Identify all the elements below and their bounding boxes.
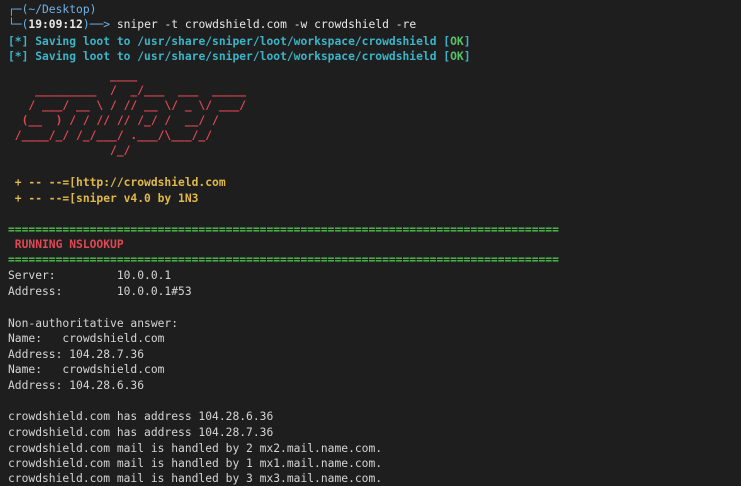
prompt-box-bottom: └─(: [8, 18, 29, 31]
loot-text: Saving loot to /usr/share/sniper/loot/wo…: [35, 50, 437, 63]
banner-url-line: + -- --=[http://crowdshield.com: [8, 176, 226, 189]
loot-status: OK: [450, 50, 464, 63]
separator-top: ========================================…: [8, 223, 559, 236]
terminal-window[interactable]: ┌─(~/Desktop) └─(19:09:12)──> sniper -t …: [0, 0, 741, 485]
prompt-time-close: ): [82, 18, 90, 31]
ascii-logo-line: (__ ) / / // // /_/ / __/ /: [8, 114, 219, 127]
prompt-dir-line: ┌─(~/Desktop): [8, 2, 96, 17]
output-line: Address: 104.28.6.36: [8, 379, 145, 392]
loot-line: [*] Saving loot to /usr/share/sniper/loo…: [8, 50, 471, 63]
output-line: Non-authoritative answer:: [8, 317, 179, 330]
output-line: crowdshield.com has address 104.28.7.36: [8, 426, 274, 439]
prompt-box-top: ┌─(: [8, 3, 29, 16]
prompt-arrow: ──>: [89, 18, 111, 31]
output-line: crowdshield.com has address 104.28.6.36: [8, 410, 274, 423]
loot-prefix: [*]: [8, 50, 29, 63]
ascii-logo-line: _________ / _/___ ___ _____: [8, 84, 247, 97]
output-line: Address: 10.0.0.1#53: [8, 285, 192, 298]
output-line: Name: crowdshield.com: [8, 332, 165, 345]
loot-text: Saving loot to /usr/share/sniper/loot/wo…: [35, 35, 437, 48]
loot-prefix: [*]: [8, 35, 29, 48]
section-title: RUNNING NSLOOKUP: [8, 238, 124, 251]
output-line: Name: crowdshield.com: [8, 363, 165, 376]
output-line: Server: 10.0.0.1: [8, 269, 172, 282]
ascii-logo-line: /_/: [8, 144, 131, 157]
loot-line: [*] Saving loot to /usr/share/sniper/loo…: [8, 35, 471, 48]
ascii-logo-line: /____/_/ /_/___/ .___/\___/_/: [8, 129, 213, 142]
prompt-time: 19:09:12: [28, 18, 83, 31]
prompt-command-line: └─(19:09:12)──> sniper -t crowdshield.co…: [8, 17, 416, 32]
output-line: crowdshield.com mail is handled by 3 mx3…: [8, 472, 383, 485]
output-line: crowdshield.com mail is handled by 2 mx2…: [8, 442, 383, 455]
prompt-dir: ~/Desktop: [28, 3, 90, 16]
prompt-box-close: ): [89, 3, 97, 16]
ascii-logo-line: ____: [8, 69, 138, 82]
separator-bottom: ========================================…: [8, 253, 559, 266]
output-line: crowdshield.com mail is handled by 1 mx1…: [8, 457, 383, 470]
loot-status: OK: [450, 35, 464, 48]
output-line: Address: 104.28.7.36: [8, 348, 145, 361]
banner-version-line: + -- --=[sniper v4.0 by 1N3: [8, 192, 199, 205]
command-text: sniper -t crowdshield.com -w crowdshield…: [116, 18, 417, 31]
ascii-logo-line: / ___/ __ \ / // __ \/ _ \/ ___/: [8, 99, 247, 112]
